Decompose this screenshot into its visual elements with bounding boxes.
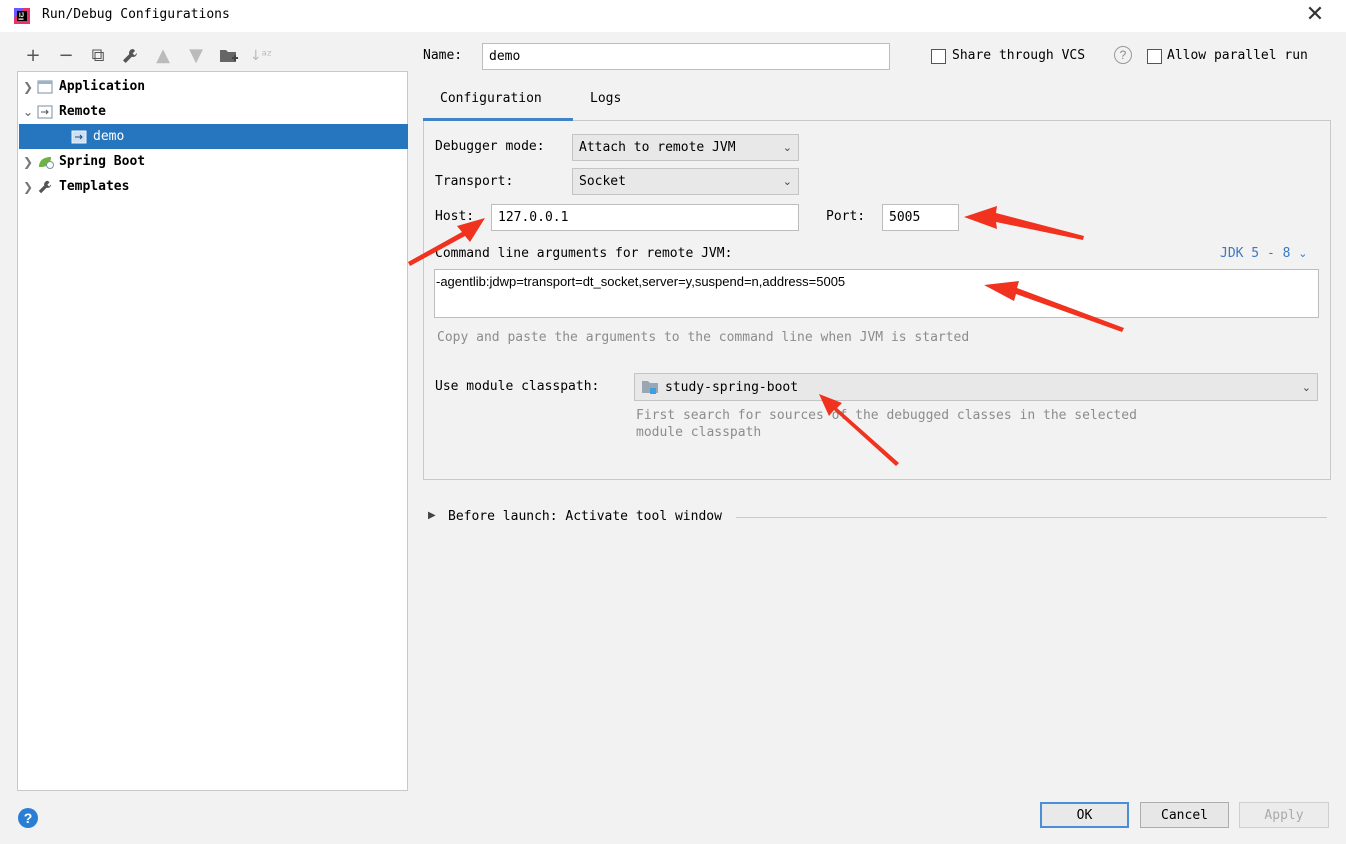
wrench-icon[interactable] [118, 44, 142, 68]
spring-boot-icon [37, 154, 55, 170]
module-folder-icon [641, 379, 659, 395]
tab-logs[interactable]: Logs [590, 91, 621, 106]
close-icon[interactable]: ✕ [1300, 2, 1330, 30]
tab-configuration[interactable]: Configuration [440, 91, 542, 106]
name-label: Name: [423, 48, 463, 63]
tree-item-label: Application [59, 79, 146, 94]
window-title: Run/Debug Configurations [42, 7, 230, 22]
tree-item-application[interactable]: ❯ Application [19, 74, 408, 99]
chevron-down-icon[interactable]: ⌄ [19, 105, 37, 119]
jdk-version-selector[interactable]: JDK 5 - 8 ⌄ [1220, 246, 1308, 261]
module-classpath-hint-1: First search for sources of the debugged… [636, 408, 1137, 423]
module-classpath-value: study-spring-boot [665, 379, 799, 395]
remote-config-icon [71, 129, 89, 145]
chevron-down-icon: ⌄ [782, 175, 792, 188]
debugger-mode-value: Attach to remote JVM [579, 140, 736, 155]
name-input[interactable]: demo [482, 43, 890, 70]
module-classpath-hint-2: module classpath [636, 425, 762, 440]
cmd-args-hint: Copy and paste the arguments to the comm… [437, 330, 970, 345]
expand-triangle-icon[interactable]: ▶ [428, 510, 436, 521]
tree-item-label: demo [93, 129, 125, 144]
apply-button[interactable]: Apply [1239, 802, 1329, 828]
chevron-right-icon[interactable]: ❯ [19, 80, 37, 94]
intellij-icon: IJ [12, 6, 32, 26]
module-classpath-select[interactable]: study-spring-boot ⌄ [634, 373, 1318, 401]
tree-item-remote[interactable]: ⌄ Remote [19, 99, 408, 124]
remote-icon [37, 104, 55, 120]
svg-text:IJ: IJ [19, 13, 24, 19]
folder-add-icon[interactable] [217, 44, 241, 68]
cancel-button[interactable]: Cancel [1140, 802, 1229, 828]
chevron-down-icon: ⌄ [1301, 380, 1311, 394]
transport-value: Socket [579, 174, 626, 189]
chevron-right-icon[interactable]: ❯ [19, 155, 37, 169]
tree-item-demo[interactable]: demo [19, 124, 408, 149]
separator [736, 517, 1327, 518]
module-classpath-label: Use module classpath: [435, 379, 600, 394]
application-icon [37, 79, 55, 95]
ok-button[interactable]: OK [1040, 802, 1129, 828]
debugger-mode-label: Debugger mode: [435, 139, 545, 154]
chevron-right-icon[interactable]: ❯ [19, 180, 37, 194]
configuration-tree: ❯ Application ⌄ Remote demo ❯ Spring Boo… [17, 71, 408, 791]
allow-parallel-label: Allow parallel run [1167, 48, 1308, 63]
before-launch-label[interactable]: Before launch: Activate tool window [448, 509, 722, 524]
tree-item-templates[interactable]: ❯ Templates [19, 174, 408, 199]
share-vcs-checkbox[interactable] [931, 49, 946, 64]
add-icon[interactable]: + [21, 44, 45, 68]
share-vcs-label: Share through VCS [952, 48, 1086, 63]
transport-label: Transport: [435, 174, 514, 189]
debugger-mode-select[interactable]: Attach to remote JVM ⌄ [572, 134, 799, 161]
move-up-icon[interactable]: ▲ [151, 44, 175, 68]
copy-icon[interactable]: ⧉ [86, 44, 110, 68]
move-down-icon[interactable]: ▼ [184, 44, 208, 68]
remove-icon[interactable]: − [54, 44, 78, 68]
host-input[interactable]: 127.0.0.1 [491, 204, 799, 231]
tree-item-spring-boot[interactable]: ❯ Spring Boot [19, 149, 408, 174]
host-label: Host: [435, 209, 475, 224]
tree-item-label: Remote [59, 104, 106, 119]
chevron-down-icon: ⌄ [1298, 247, 1308, 260]
port-label: Port: [826, 209, 866, 224]
wrench-icon [37, 179, 55, 195]
cmd-args-textarea[interactable]: -agentlib:jdwp=transport=dt_socket,serve… [434, 269, 1319, 318]
active-tab-indicator [423, 118, 573, 121]
tree-item-label: Templates [59, 179, 130, 194]
question-icon[interactable]: ? [1114, 46, 1132, 64]
chevron-down-icon: ⌄ [782, 141, 792, 154]
transport-select[interactable]: Socket ⌄ [572, 168, 799, 195]
help-icon[interactable]: ? [18, 808, 38, 828]
port-input[interactable]: 5005 [882, 204, 959, 231]
sort-icon[interactable]: ↓ᵃᶻ [249, 44, 273, 68]
jdk-version-label: JDK 5 - 8 [1220, 246, 1291, 261]
tree-item-label: Spring Boot [59, 154, 146, 169]
allow-parallel-checkbox[interactable] [1147, 49, 1162, 64]
cmd-args-label: Command line arguments for remote JVM: [435, 246, 733, 261]
